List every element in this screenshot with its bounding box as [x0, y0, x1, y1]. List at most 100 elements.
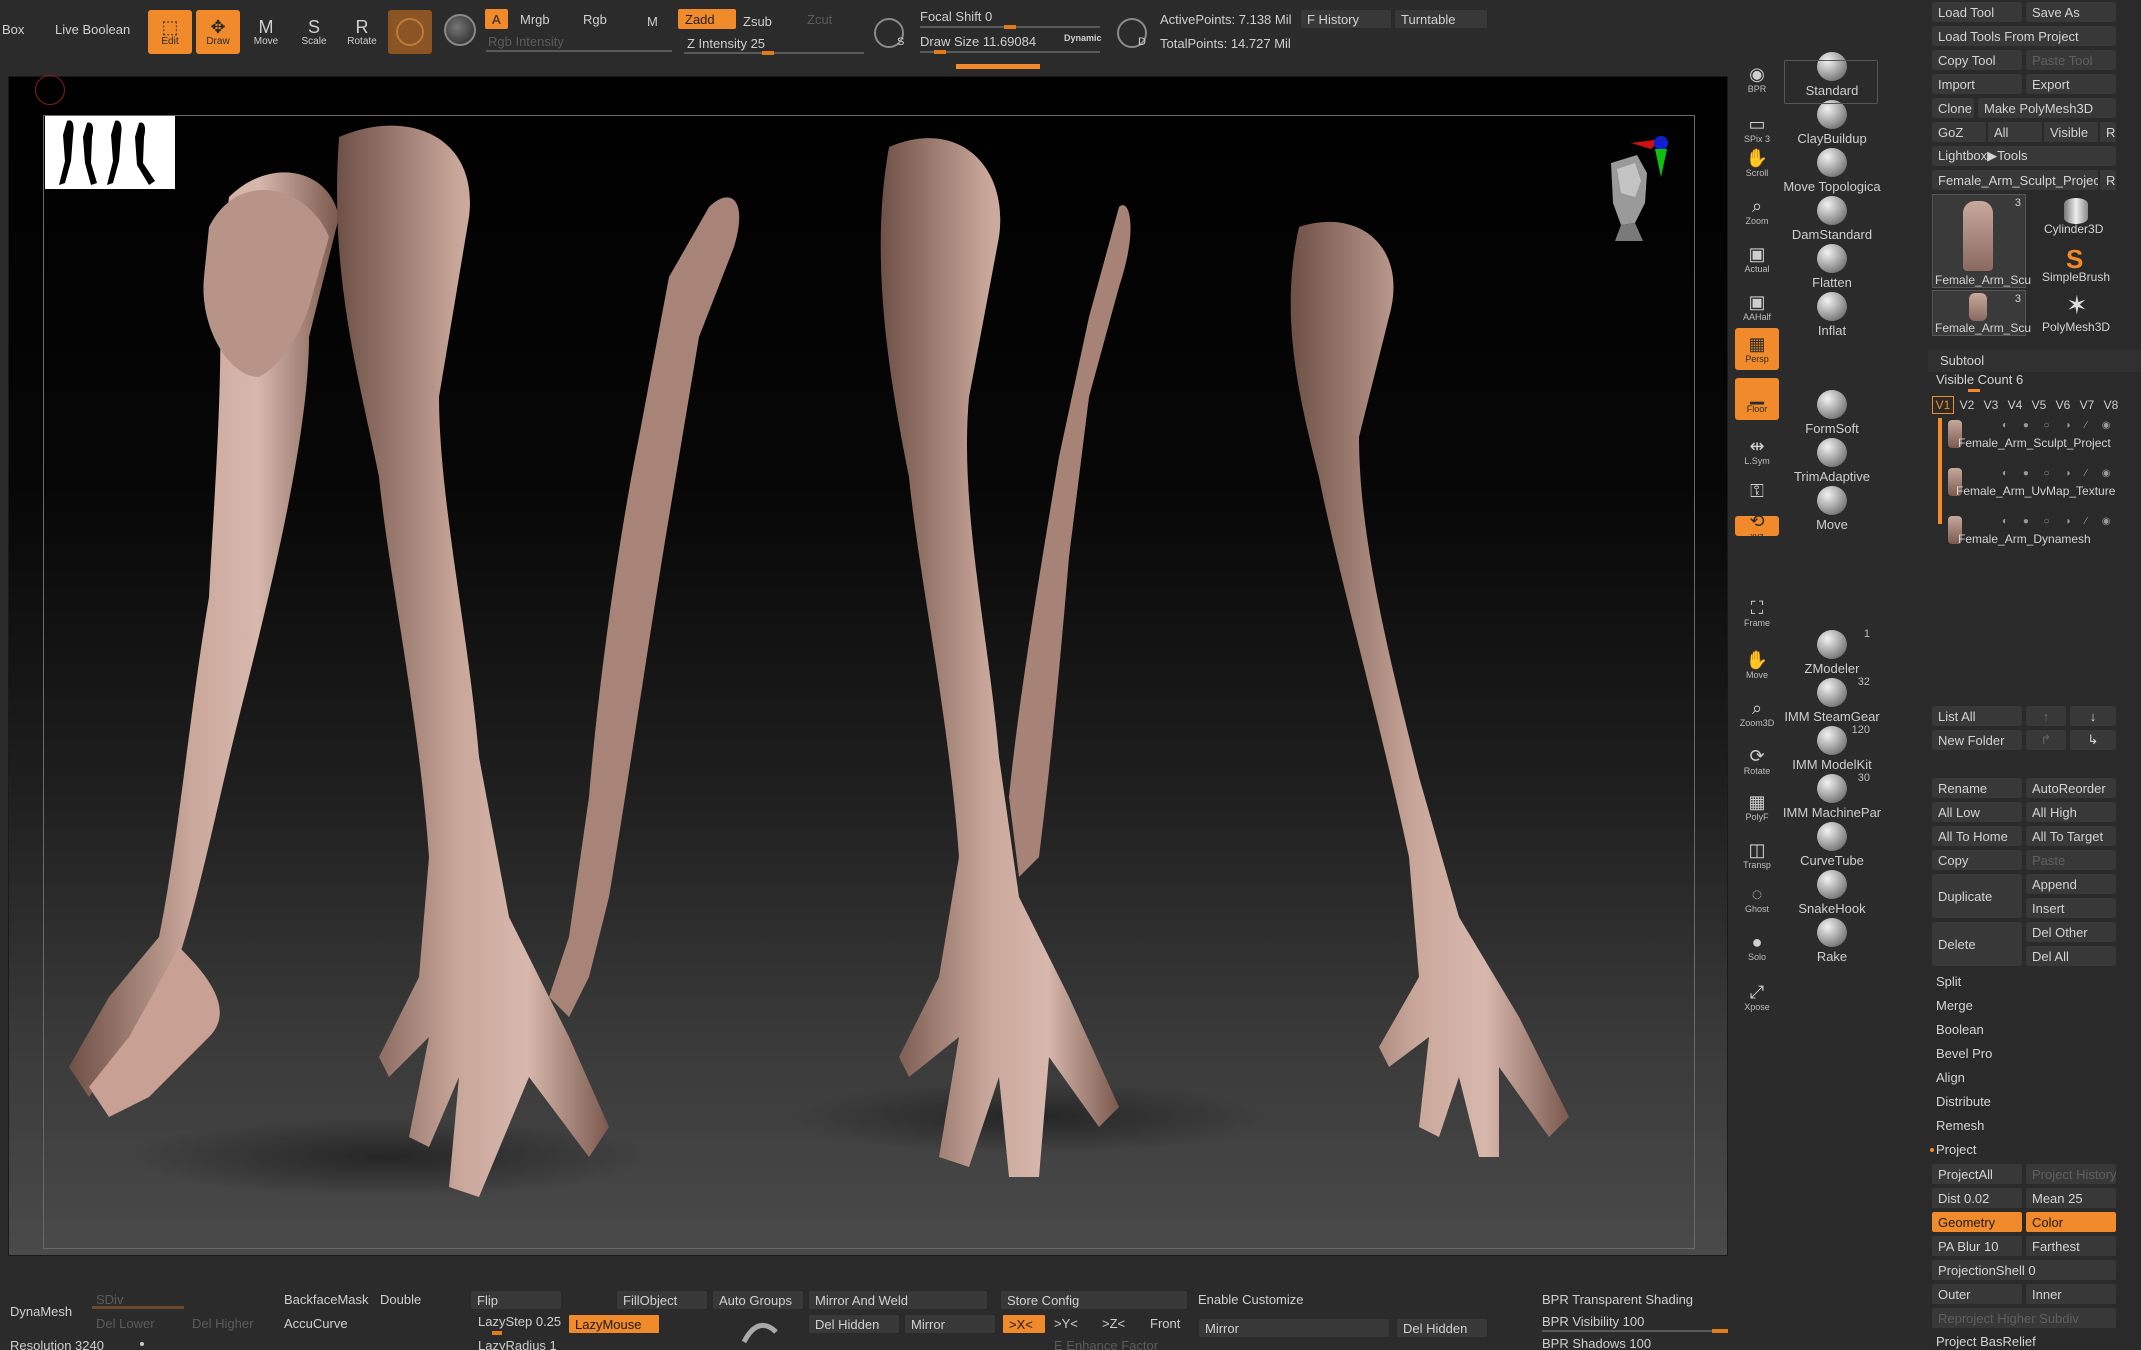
view-button-lock[interactable]: ⚿	[1735, 470, 1779, 512]
view-button-move-view[interactable]: ✋ Move	[1735, 644, 1779, 686]
rgb-intensity-slider[interactable]: Rgb Intensity	[488, 34, 564, 49]
make-polymesh-button[interactable]: Make PolyMesh3D	[1978, 98, 2116, 118]
visible-count-slider[interactable]: Visible Count 6	[1936, 372, 2023, 387]
tool-thumb-6[interactable]: ✶ PolyMesh3D	[2030, 290, 2116, 336]
brush-curvetube[interactable]: CurveTube	[1780, 822, 1884, 868]
color-picker-icon[interactable]	[444, 14, 476, 46]
sdiv-slider[interactable]: SDiv	[96, 1292, 123, 1307]
version-tab-v5[interactable]: V5	[2028, 396, 2050, 414]
lazystep-slider[interactable]: LazyStep 0.25	[478, 1314, 561, 1329]
move-down-icon[interactable]: ↓	[2070, 706, 2116, 726]
tool-thumb-5[interactable]: 3 Female_Arm_Scu	[1932, 290, 2031, 336]
draw-size-slider[interactable]: Draw Size 11.69084	[920, 34, 1036, 49]
flip-button[interactable]: Flip	[470, 1290, 562, 1310]
inner-toggle[interactable]: Inner	[2026, 1284, 2116, 1304]
a-toggle[interactable]: A	[485, 9, 508, 29]
brush-snakehook[interactable]: SnakeHook	[1780, 870, 1884, 916]
goz-all-button[interactable]: All	[1988, 122, 2042, 142]
project-history-button[interactable]: Project History	[2026, 1164, 2116, 1184]
view-button-ghost[interactable]: ◌ Ghost	[1735, 878, 1779, 920]
mirror-and-weld-button[interactable]: Mirror And Weld	[808, 1290, 988, 1310]
e-enhance-slider[interactable]: E Enhance Factor	[1054, 1338, 1158, 1350]
f-history-button[interactable]: F History	[1300, 9, 1392, 29]
insert-button[interactable]: Insert	[2026, 898, 2116, 918]
front-toggle[interactable]: Front	[1150, 1316, 1180, 1331]
paste-tool-button[interactable]: Paste Tool	[2026, 50, 2116, 70]
brush-formsoft[interactable]: FormSoft	[1780, 390, 1884, 436]
view-button-persp[interactable]: ▦ Persp	[1735, 328, 1779, 370]
box-label[interactable]: Box	[2, 22, 24, 37]
all-to-home-button[interactable]: All To Home	[1932, 826, 2022, 846]
view-button-floor[interactable]: ▁ Floor	[1735, 378, 1779, 420]
view-button-rotate-view[interactable]: ⟳ Rotate	[1735, 740, 1779, 782]
subtool-item[interactable]: ◐ ● ○ ◑ ⁄ ◉ Female_Arm_Sculpt_Project	[1942, 416, 2138, 462]
m-toggle[interactable]: M	[640, 11, 665, 31]
copy-button[interactable]: Copy	[1932, 850, 2022, 870]
projectall-button[interactable]: ProjectAll	[1932, 1164, 2022, 1184]
brush-trimadaptive[interactable]: TrimAdaptive	[1780, 438, 1884, 484]
version-tab-v2[interactable]: V2	[1956, 396, 1978, 414]
view-button-transp[interactable]: ◫ Transp	[1735, 834, 1779, 876]
del-hidden-button[interactable]: Del Hidden	[808, 1314, 900, 1334]
move-in-icon[interactable]: ↳	[2070, 730, 2116, 750]
tool-thumb-1[interactable]: 3 Female_Arm_Scu	[1932, 194, 2031, 288]
reproject-higher-button[interactable]: Reproject Higher Subdiv	[1932, 1308, 2116, 1328]
view-button-xyz[interactable]: ⟲ xyz	[1735, 511, 1779, 541]
pa-blur-slider[interactable]: PA Blur 10	[1932, 1236, 2022, 1256]
lazyradius-slider[interactable]: LazyRadius 1	[478, 1338, 557, 1350]
tool-thumb-2[interactable]: Cylinder3D	[2030, 194, 2116, 240]
subtool-header[interactable]: Subtool	[1928, 350, 2141, 372]
all-high-button[interactable]: All High	[2026, 802, 2116, 822]
view-button-zoom[interactable]: ⌕ Zoom	[1735, 190, 1779, 232]
accucurve-toggle[interactable]: AccuCurve	[284, 1316, 348, 1331]
mean-slider[interactable]: Mean 25	[2026, 1188, 2116, 1208]
view-button-lsym[interactable]: ⇹ L.Sym	[1735, 430, 1779, 472]
view-button-zoom3d[interactable]: ⌕ Zoom3D	[1735, 692, 1779, 734]
brush-rake[interactable]: Rake	[1780, 918, 1884, 964]
list-all-button[interactable]: List All	[1932, 706, 2022, 726]
load-tool-button[interactable]: Load Tool	[1932, 2, 2022, 22]
current-tool-slider[interactable]: Female_Arm_Sculpt_Project	[1932, 170, 2098, 190]
navigation-gizmo[interactable]	[1591, 133, 1671, 243]
version-tab-v8[interactable]: V8	[2100, 396, 2122, 414]
y-axis-toggle[interactable]: >Y<	[1054, 1316, 1078, 1331]
zadd-toggle[interactable]: Zadd	[678, 9, 736, 29]
tool-thumb-4[interactable]: S SimpleBrush	[2030, 242, 2116, 288]
view-button-aahalf[interactable]: ▣ AAHalf	[1735, 286, 1779, 328]
current-tool-r-button[interactable]: R	[2100, 170, 2116, 190]
duplicate-button[interactable]: Duplicate	[1932, 874, 2022, 918]
bevel-pro-section[interactable]: Bevel Pro	[1936, 1046, 1992, 1061]
project-basrelief-section[interactable]: Project BasRelief	[1936, 1334, 2036, 1349]
goz-visible-button[interactable]: Visible	[2044, 122, 2098, 142]
version-tab-v1[interactable]: V1	[1932, 396, 1954, 414]
version-tab-v7[interactable]: V7	[2076, 396, 2098, 414]
delete-button[interactable]: Delete	[1932, 922, 2022, 966]
mirror-button[interactable]: Mirror	[904, 1314, 996, 1334]
focal-shift-slider[interactable]: Focal Shift 0	[920, 9, 992, 24]
zsub-toggle[interactable]: Zsub	[736, 11, 779, 31]
brush-move[interactable]: Move	[1780, 486, 1884, 532]
bpr-transparent-toggle[interactable]: BPR Transparent Shading	[1542, 1292, 1693, 1307]
move-out-icon[interactable]: ↱	[2026, 730, 2066, 750]
z-axis-toggle[interactable]: >Z<	[1102, 1316, 1125, 1331]
live-boolean-button[interactable]: Live Boolean	[55, 22, 130, 37]
del-higher-button[interactable]: Del Higher	[192, 1316, 253, 1331]
load-tools-from-project-button[interactable]: Load Tools From Project	[1932, 26, 2116, 46]
boolean-section[interactable]: Boolean	[1936, 1022, 1984, 1037]
distribute-section[interactable]: Distribute	[1936, 1094, 1991, 1109]
outer-toggle[interactable]: Outer	[1932, 1284, 2022, 1304]
view-button-frame[interactable]: ⛶ Frame	[1735, 592, 1779, 634]
del-hidden-2-button[interactable]: Del Hidden	[1396, 1318, 1488, 1338]
append-button[interactable]: Append	[2026, 874, 2116, 894]
backface-mask-toggle[interactable]: BackfaceMask	[284, 1292, 369, 1307]
store-config-button[interactable]: Store Config	[1000, 1290, 1188, 1310]
dist-slider[interactable]: Dist 0.02	[1932, 1188, 2022, 1208]
version-tab-v4[interactable]: V4	[2004, 396, 2026, 414]
new-folder-button[interactable]: New Folder	[1932, 730, 2022, 750]
fill-object-button[interactable]: FillObject	[616, 1290, 708, 1310]
farthest-toggle[interactable]: Farthest	[2026, 1236, 2116, 1256]
edit-button[interactable]: ⬚ Edit	[148, 10, 192, 54]
brush-move-topologica[interactable]: Move Topologica	[1780, 148, 1884, 194]
lightbox-tools-button[interactable]: Lightbox▶Tools	[1932, 146, 2116, 166]
subtool-item[interactable]: ◐ ● ○ ◑ ⁄ ◉ Female_Arm_Dynamesh	[1942, 512, 2138, 558]
